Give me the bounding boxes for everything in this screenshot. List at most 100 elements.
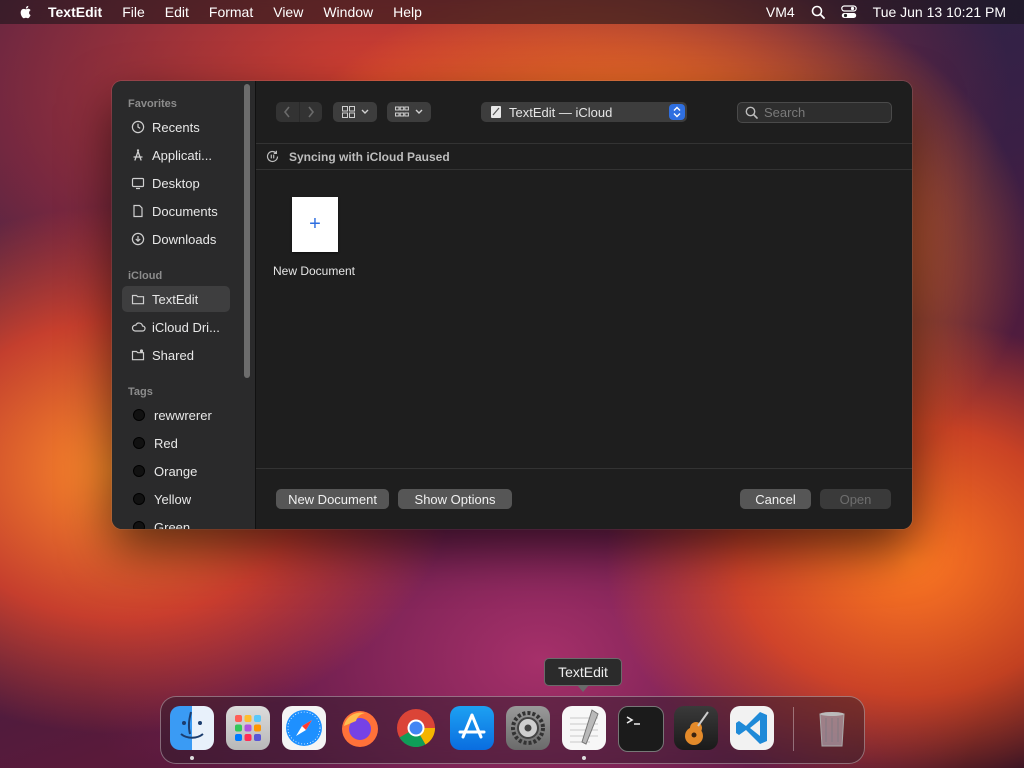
sidebar-tag-yellow[interactable]: Yellow bbox=[122, 486, 230, 512]
running-indicator bbox=[190, 756, 194, 760]
sidebar-item-shared[interactable]: Shared bbox=[122, 342, 230, 368]
vscode-icon[interactable] bbox=[730, 706, 774, 750]
sidebar-section-icloud: iCloud bbox=[128, 270, 163, 282]
sidebar-item-desktop[interactable]: Desktop bbox=[122, 170, 230, 196]
show-options-button[interactable]: Show Options bbox=[398, 489, 512, 509]
vm-status-label[interactable]: VM4 bbox=[766, 4, 795, 20]
sidebar-item-label: Downloads bbox=[152, 231, 217, 247]
group-grid-icon bbox=[395, 106, 409, 118]
chrome-icon[interactable] bbox=[394, 706, 438, 750]
desktop-icon bbox=[130, 175, 146, 191]
sidebar-item-recents[interactable]: Recents bbox=[122, 114, 230, 140]
menu-format[interactable]: Format bbox=[209, 4, 253, 20]
open-button[interactable]: Open bbox=[820, 489, 891, 509]
sidebar-tag-green[interactable]: Green bbox=[122, 514, 230, 529]
view-mode-button[interactable] bbox=[333, 102, 377, 122]
sync-status-bar: Syncing with iCloud Paused bbox=[256, 143, 912, 170]
document-icon bbox=[130, 203, 146, 219]
sidebar-section-tags: Tags bbox=[128, 386, 153, 398]
sidebar-item-label: Desktop bbox=[152, 175, 200, 191]
tag-dot-icon bbox=[133, 465, 145, 477]
trash-icon[interactable] bbox=[810, 706, 854, 750]
file-list-area: + New Document bbox=[256, 169, 912, 467]
menu-window[interactable]: Window bbox=[323, 4, 373, 20]
tag-dot-icon bbox=[133, 409, 145, 421]
sidebar-item-documents[interactable]: Documents bbox=[122, 198, 230, 224]
download-icon bbox=[130, 231, 146, 247]
search-field[interactable] bbox=[737, 102, 892, 123]
textedit-icon[interactable] bbox=[562, 706, 606, 750]
tag-dot-icon bbox=[133, 493, 145, 505]
sidebar-item-applications[interactable]: Applicati... bbox=[122, 142, 230, 168]
sidebar-item-label: Recents bbox=[152, 119, 200, 135]
new-document-tile[interactable]: + bbox=[292, 197, 338, 252]
sidebar-tag-rewwrerer[interactable]: rewwrerer bbox=[122, 402, 230, 428]
sidebar-scrollbar[interactable] bbox=[244, 84, 250, 378]
cloud-icon bbox=[130, 319, 146, 335]
icon-grid-icon bbox=[341, 106, 355, 118]
applications-icon bbox=[130, 147, 146, 163]
new-document-caption[interactable]: New Document bbox=[256, 264, 372, 278]
tag-dot-icon bbox=[133, 437, 145, 449]
clock-icon bbox=[130, 119, 146, 135]
menu-file[interactable]: File bbox=[122, 4, 145, 20]
search-icon bbox=[745, 106, 758, 119]
menu-edit[interactable]: Edit bbox=[165, 4, 189, 20]
toolbar: TextEdit — iCloud bbox=[256, 81, 912, 143]
sidebar-item-label: Shared bbox=[152, 347, 194, 363]
chevron-down-icon bbox=[361, 109, 369, 115]
tag-dot-icon bbox=[133, 521, 145, 529]
menu-help[interactable]: Help bbox=[393, 4, 422, 20]
firefox-icon[interactable] bbox=[338, 706, 382, 750]
system-settings-icon[interactable] bbox=[506, 706, 550, 750]
sidebar-item-label: Yellow bbox=[154, 491, 192, 507]
dock bbox=[160, 696, 865, 764]
app-store-icon[interactable] bbox=[450, 706, 494, 750]
launchpad-icon[interactable] bbox=[226, 706, 270, 750]
running-indicator bbox=[582, 756, 586, 760]
search-input[interactable] bbox=[764, 105, 884, 120]
sidebar-item-label: Documents bbox=[152, 203, 218, 219]
folder-icon bbox=[130, 291, 146, 307]
sidebar-item-label: rewwrerer bbox=[154, 407, 212, 423]
menu-view[interactable]: View bbox=[273, 4, 303, 20]
shared-folder-icon bbox=[130, 347, 146, 363]
safari-icon[interactable] bbox=[282, 706, 326, 750]
control-center-icon[interactable] bbox=[840, 5, 857, 19]
open-dialog: Favorites Recents Applicati... Desktop D… bbox=[112, 81, 912, 529]
cancel-button[interactable]: Cancel bbox=[740, 489, 811, 509]
sidebar-item-downloads[interactable]: Downloads bbox=[122, 226, 230, 252]
up-down-arrows-icon bbox=[669, 104, 685, 120]
finder-icon[interactable] bbox=[170, 706, 214, 750]
sidebar-item-label: iCloud Dri... bbox=[152, 319, 220, 335]
dock-tooltip: TextEdit bbox=[544, 658, 622, 692]
sidebar-tag-red[interactable]: Red bbox=[122, 430, 230, 456]
garageband-icon[interactable] bbox=[674, 706, 718, 750]
location-popup[interactable]: TextEdit — iCloud bbox=[481, 102, 687, 122]
menu-app-name[interactable]: TextEdit bbox=[48, 4, 102, 20]
sidebar-tag-orange[interactable]: Orange bbox=[122, 458, 230, 484]
group-by-button[interactable] bbox=[387, 102, 431, 122]
sidebar-section-favorites: Favorites bbox=[128, 98, 177, 110]
new-document-button[interactable]: New Document bbox=[276, 489, 389, 509]
sidebar-item-label: Red bbox=[154, 435, 178, 451]
sidebar-item-label: TextEdit bbox=[152, 291, 199, 307]
textedit-document-icon bbox=[490, 105, 503, 119]
location-label: TextEdit — iCloud bbox=[509, 104, 613, 120]
sync-status-text: Syncing with iCloud Paused bbox=[289, 149, 450, 164]
sidebar-item-icloud-drive[interactable]: iCloud Dri... bbox=[122, 314, 230, 340]
dock-separator bbox=[793, 707, 794, 751]
sidebar-item-label: Applicati... bbox=[152, 147, 212, 163]
spotlight-search-icon[interactable] bbox=[811, 5, 825, 19]
forward-icon[interactable] bbox=[300, 106, 323, 118]
sidebar: Favorites Recents Applicati... Desktop D… bbox=[112, 81, 256, 529]
back-icon[interactable] bbox=[276, 106, 299, 118]
sidebar-item-textedit[interactable]: TextEdit bbox=[122, 286, 230, 312]
sidebar-item-label: Green bbox=[154, 519, 191, 530]
apple-menu-icon[interactable] bbox=[18, 4, 34, 20]
dialog-footer: New Document Show Options Cancel Open bbox=[256, 468, 912, 529]
menu-clock[interactable]: Tue Jun 13 10:21 PM bbox=[873, 4, 1006, 20]
terminal-icon[interactable] bbox=[618, 706, 664, 752]
file-browser: TextEdit — iCloud Syncing with iCloud Pa… bbox=[256, 81, 912, 529]
back-forward-buttons bbox=[276, 102, 322, 122]
